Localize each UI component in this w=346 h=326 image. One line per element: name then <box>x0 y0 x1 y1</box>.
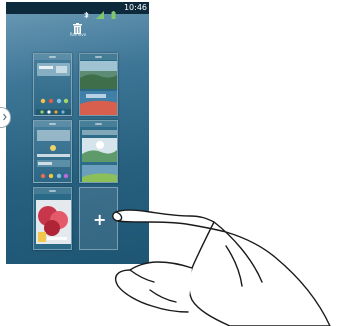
pointing-hand-illustration <box>112 209 331 326</box>
